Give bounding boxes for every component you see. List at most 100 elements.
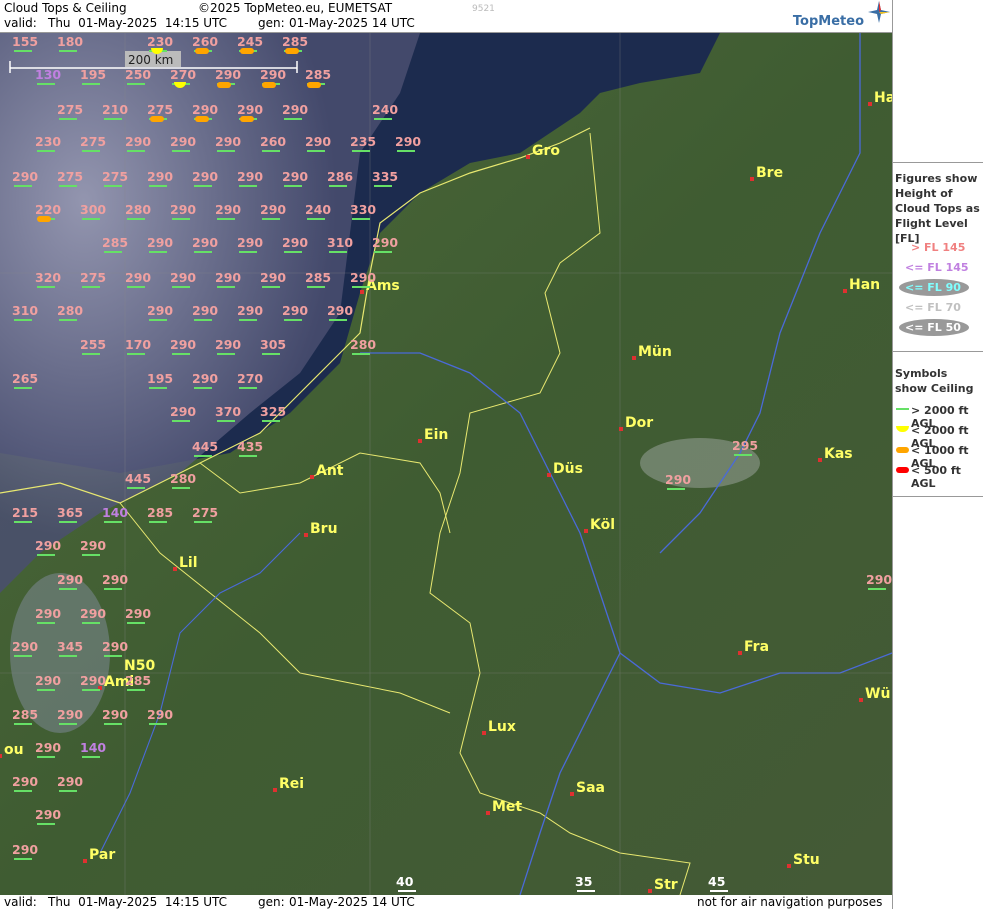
legend-separator [893,351,983,352]
cloud-top-value: 285 [12,707,38,722]
cloud-top-value: 290 [282,235,308,250]
cloud-top-value: 290 [237,169,263,184]
cloud-top-value: 140 [102,505,128,520]
cloud-top-value: 290 [215,67,241,82]
cloud-top-value: 290 [80,673,106,688]
cloud-top-value: 290 [215,134,241,149]
cloud-top-value: 215 [12,505,38,520]
cloud-top-value: 195 [80,67,106,82]
legend-fl-50: <= FL 50 [905,321,961,334]
cloud-top-value: 290 [147,169,173,184]
city-dot [360,290,364,294]
copyright-text: ©2025 TopMeteo.eu, EUMETSAT [198,1,393,15]
cloud-top-value: 290 [260,67,286,82]
city-dot [843,289,847,293]
disclaimer-text: not for air navigation purposes [697,895,883,909]
city-label: Mün [638,344,672,360]
compass-star-icon [868,1,890,23]
legend-sym-500: < 500 ft AGL [911,464,961,490]
cloud-top-value: 290 [12,774,38,789]
city-dot [83,859,87,863]
city-dot [273,788,277,792]
cloud-top-value: 285 [282,34,308,49]
cloud-top-value: 290 [102,639,128,654]
cloud-top-value: 330 [350,202,376,217]
cloud-top-value: 285 [147,505,173,520]
latitude-label: N50 [124,658,155,674]
cloud-top-value: 345 [57,639,83,654]
cloud-top-value: 320 [35,270,61,285]
city-label: Saa [576,780,605,796]
satellite-map[interactable]: 200 km N50 GroBreHaAms HanMünDorEinKasAnt… [0,33,892,895]
city-dot [173,567,177,571]
valid-label: valid: [4,16,37,30]
cloud-top-value: 290 [147,707,173,722]
cloud-top-value: 290 [237,303,263,318]
cloud-top-value: 290 [282,169,308,184]
cloud-top-value: 290 [57,707,83,722]
city-dot [818,458,822,462]
cloud-top-value: 195 [147,371,173,386]
cloud-top-value: 290 [372,235,398,250]
symbol-red [896,467,909,473]
cloud-top-value: 290 [260,202,286,217]
cloud-top-value: 290 [170,337,196,352]
cloud-top-value: 290 [80,606,106,621]
cloud-top-value: 310 [327,235,353,250]
scale-label: 200 km [128,53,173,67]
cloud-top-value: 325 [260,404,286,419]
city-label: Kas [824,446,853,462]
cloud-top-value: 290 [327,303,353,318]
cloud-top-value: 230 [35,134,61,149]
city-label: Gro [532,143,560,159]
cloud-top-value: 290 [35,807,61,822]
cloud-top-value: 275 [102,169,128,184]
cloud-top-value: 285 [305,270,331,285]
cloud-top-value: 290 [125,270,151,285]
cloud-top-value: 275 [147,102,173,117]
valid-time: Thu 01-May-2025 14:15 UTC [48,16,228,30]
city-dot [0,754,2,758]
cloud-top-value: 265 [12,371,38,386]
cloud-top-value: 170 [125,337,151,352]
cloud-top-value: 290 [147,235,173,250]
cloud-top-value: 275 [57,102,83,117]
ceiling-orange-symbol [240,116,254,122]
cloud-top-value: 290 [12,842,38,857]
city-dot [787,864,791,868]
cloud-top-value: 240 [305,202,331,217]
symbols-legend-title: Symbols show Ceiling [895,367,974,395]
cloud-top-value: 230 [147,34,173,49]
city-dot [619,427,623,431]
cloud-top-value: 290 [350,270,376,285]
cloud-top-value: 290 [305,134,331,149]
cloud-top-value: 290 [170,404,196,419]
cloud-top-value: 335 [372,169,398,184]
cloud-top-value: 290 [237,235,263,250]
cloud-top-value: 290 [35,673,61,688]
header-bar: Cloud Tops & Ceiling ©2025 TopMeteo.eu, … [0,0,892,33]
city-label: Dor [625,415,653,431]
cloud-top-value: 280 [57,303,83,318]
legend-fl-90: <= FL 90 [905,281,961,294]
topmeteo-logo[interactable]: TopMeteo [793,14,864,29]
image-code: 9521 [472,4,495,14]
cloud-top-value: 210 [102,102,128,117]
cloud-top-value: 275 [80,270,106,285]
city-label: Köl [590,517,615,533]
cloud-top-value: 290 [665,472,691,487]
ceiling-orange-symbol [150,116,164,122]
city-label: Wü [865,686,890,702]
footer-gen-label: gen: [258,895,285,909]
city-dot [418,439,422,443]
cloud-top-value: 290 [35,740,61,755]
legend-fl-70: <= FL 70 [905,301,961,314]
city-dot [632,356,636,360]
cloud-top-value: 255 [80,337,106,352]
cloud-top-value: 35 [575,874,592,889]
city-dot [738,651,742,655]
cloud-top-value: 290 [147,303,173,318]
city-dot [486,811,490,815]
symbol-yellow [896,426,909,432]
city-dot [482,731,486,735]
